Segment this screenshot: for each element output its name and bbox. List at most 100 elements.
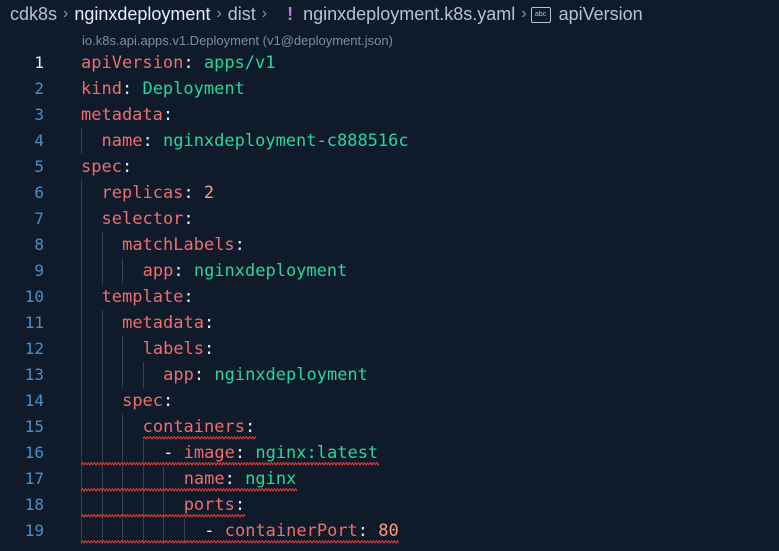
code-line[interactable]: 6 replicas: 2 xyxy=(0,180,779,206)
yaml-key: spec xyxy=(81,157,122,177)
yaml-key: containerPort xyxy=(224,521,358,541)
string-symbol-icon: abc xyxy=(530,7,551,23)
chevron-right-icon: › xyxy=(521,5,527,22)
yaml-key: app xyxy=(163,365,194,385)
code-text: kind: Deployment xyxy=(81,76,245,102)
yaml-key: apiVersion xyxy=(81,53,184,73)
code-line[interactable]: 14 spec: xyxy=(0,388,779,414)
yaml-colon: : xyxy=(121,157,133,177)
line-number: 5 xyxy=(34,157,44,176)
code-text: matchLabels: xyxy=(122,232,245,258)
code-line[interactable]: 9 app: nginxdeployment xyxy=(0,258,779,284)
yaml-colon: : xyxy=(173,261,184,281)
code-editor[interactable]: 1 apiVersion: apps/v1 2 kind: Deployment 3 me… xyxy=(0,50,779,544)
code-line[interactable]: 18 ports: xyxy=(0,492,779,518)
yaml-colon: : xyxy=(183,183,194,203)
indent-guide xyxy=(101,258,103,284)
breadcrumb-item-file[interactable]: nginxdeployment.k8s.yaml xyxy=(301,4,517,25)
line-number: 13 xyxy=(24,365,44,384)
code-text: replicas: 2 xyxy=(102,180,215,206)
indent-guide xyxy=(101,232,103,258)
schema-codelens[interactable]: io.k8s.api.apps.v1.Deployment (v1@deploy… xyxy=(82,33,393,48)
yaml-key: matchLabels xyxy=(122,235,235,255)
yaml-colon: : xyxy=(162,105,174,125)
breadcrumb-item-nginxdeployment[interactable]: nginxdeployment xyxy=(72,4,212,25)
code-line[interactable]: 4 name: nginxdeployment-c888516c xyxy=(0,128,779,154)
yaml-key: image xyxy=(183,443,235,463)
code-line[interactable]: 8 matchLabels: xyxy=(0,232,779,258)
line-number: 18 xyxy=(24,495,44,514)
indent-guide xyxy=(81,180,82,206)
yaml-value: Deployment xyxy=(142,79,245,99)
code-line[interactable]: 3 metadata: xyxy=(0,102,779,128)
code-text: template: xyxy=(102,284,194,310)
list-dash: - xyxy=(163,443,174,463)
code-text: app: nginxdeployment xyxy=(143,258,348,284)
code-line[interactable]: 17 name: nginx xyxy=(0,466,779,492)
yaml-key: template xyxy=(101,287,184,307)
indent-guide xyxy=(81,414,82,440)
code-line[interactable]: 12 labels: xyxy=(0,336,779,362)
error-squiggle[interactable] xyxy=(81,540,400,544)
yaml-value: 2 xyxy=(203,183,215,203)
code-line[interactable]: 10 template: xyxy=(0,284,779,310)
yaml-key: labels xyxy=(142,339,205,359)
breadcrumb-item-cdk8s[interactable]: cdk8s xyxy=(0,4,59,25)
yaml-value: nginxdeployment xyxy=(193,261,348,281)
code-line[interactable]: 1 apiVersion: apps/v1 xyxy=(0,50,779,76)
yaml-colon: : xyxy=(244,417,256,437)
yaml-key: replicas xyxy=(101,183,184,203)
line-number: 2 xyxy=(34,79,44,98)
line-number: 17 xyxy=(24,469,44,488)
code-text: selector: xyxy=(102,206,194,232)
breadcrumb-item-apiversion[interactable]: apiVersion xyxy=(557,4,645,25)
yaml-colon: : xyxy=(234,235,245,255)
code-line[interactable]: 11 metadata: xyxy=(0,310,779,336)
yaml-key: name xyxy=(183,469,225,489)
yaml-colon: : xyxy=(204,339,215,359)
yaml-colon: : xyxy=(183,53,194,73)
yaml-key: selector xyxy=(101,209,184,229)
code-line[interactable]: 15 containers: xyxy=(0,414,779,440)
indent-guide xyxy=(81,388,82,414)
code-text: apiVersion: apps/v1 xyxy=(81,50,276,76)
yaml-value: nginxdeployment-c888516c xyxy=(162,131,409,151)
line-number: 8 xyxy=(34,235,44,254)
indent-guide xyxy=(81,310,82,336)
yaml-key: metadata xyxy=(122,313,204,333)
yaml-key: kind xyxy=(81,79,122,99)
yaml-value: nginx xyxy=(245,469,297,489)
chevron-right-icon: › xyxy=(216,5,222,22)
line-number: 14 xyxy=(24,391,44,410)
yaml-colon: : xyxy=(193,365,205,385)
yaml-colon: : xyxy=(203,313,215,333)
code-text: app: nginxdeployment xyxy=(163,362,368,388)
code-line[interactable]: 2 kind: Deployment xyxy=(0,76,779,102)
code-text: labels: xyxy=(143,336,215,362)
line-number: 1 xyxy=(34,53,44,72)
yaml-colon: : xyxy=(357,521,369,541)
chevron-right-icon: › xyxy=(261,5,268,22)
code-line[interactable]: 16 - image: nginx:latest xyxy=(0,440,779,466)
yaml-colon: : xyxy=(224,469,235,489)
code-text: name: nginxdeployment-c888516c xyxy=(102,128,409,154)
yaml-value: nginx:latest xyxy=(255,443,379,463)
code-line[interactable]: 5 spec: xyxy=(0,154,779,180)
indent-guide xyxy=(81,258,82,284)
yaml-colon: : xyxy=(183,209,194,229)
indent-guide xyxy=(122,414,124,440)
yaml-key: spec xyxy=(122,391,164,411)
indent-guide xyxy=(101,336,103,362)
indent-guide xyxy=(122,362,124,388)
code-line[interactable]: 7 selector: xyxy=(0,206,779,232)
line-number: 6 xyxy=(34,183,44,202)
yaml-colon: : xyxy=(121,79,133,99)
breadcrumb-item-dist[interactable]: dist xyxy=(226,4,258,25)
breadcrumb: cdk8s › nginxdeployment › dist › ! nginx… xyxy=(0,0,779,28)
code-line[interactable]: 19 - containerPort: 80 xyxy=(0,518,779,544)
indent-guide xyxy=(101,388,103,414)
chevron-right-icon: › xyxy=(63,5,69,22)
line-number: 9 xyxy=(34,261,44,280)
code-line[interactable]: 13 app: nginxdeployment xyxy=(0,362,779,388)
yaml-value: apps/v1 xyxy=(203,53,276,73)
